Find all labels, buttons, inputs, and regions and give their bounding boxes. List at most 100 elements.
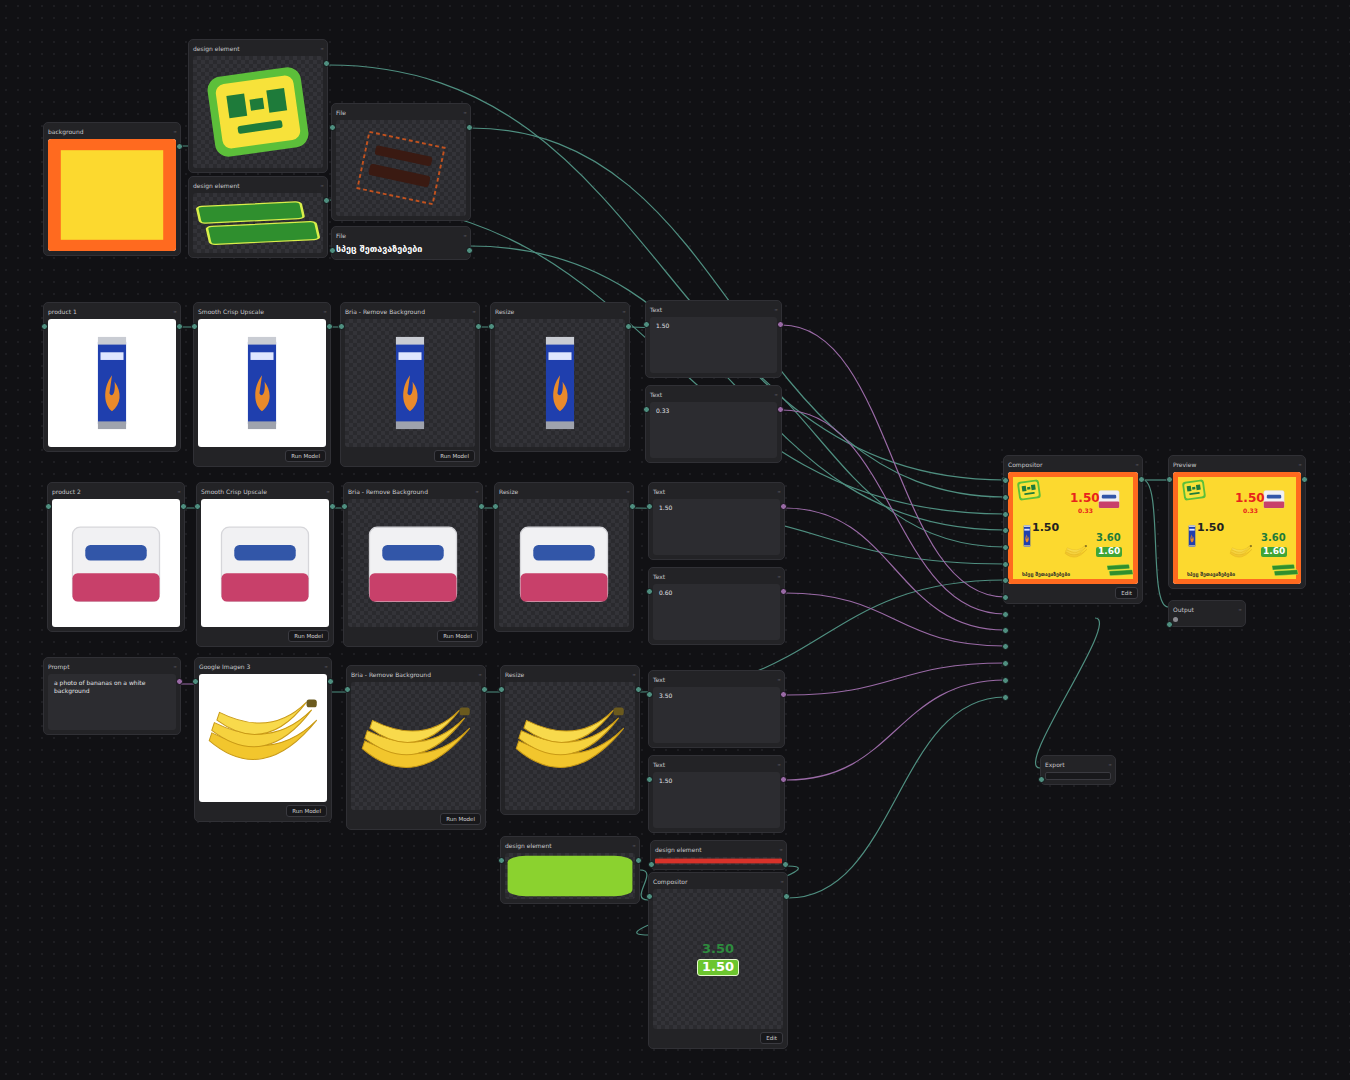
bria-remove-background-node[interactable]: Bria - Remove Background···Run Model	[340, 302, 480, 467]
text-node[interactable]: Text···1.50	[648, 482, 785, 560]
output-port[interactable]	[326, 323, 333, 330]
node-menu[interactable]: ···	[463, 232, 466, 239]
preview-node[interactable]: Preview···1.500.331.503.601.60სპეც შეთავ…	[1168, 455, 1306, 589]
input-port[interactable]	[648, 861, 655, 868]
compositor-input-port[interactable]	[1002, 611, 1009, 618]
run-button[interactable]: Run Model	[437, 630, 478, 642]
output-port[interactable]	[478, 503, 485, 510]
node-menu[interactable]: ···	[1238, 606, 1241, 613]
node-menu[interactable]: ···	[326, 488, 329, 495]
resize-node[interactable]: Resize···	[490, 302, 630, 452]
output-port[interactable]	[1301, 476, 1308, 483]
input-port[interactable]	[1038, 776, 1045, 783]
input-port[interactable]	[643, 406, 650, 413]
node-menu[interactable]: ···	[777, 573, 780, 580]
node-menu[interactable]: ···	[177, 488, 180, 495]
compositor-input-port[interactable]	[1002, 527, 1009, 534]
input-port[interactable]	[45, 503, 52, 510]
export-node[interactable]: Export···	[1040, 755, 1116, 785]
input-port[interactable]	[643, 321, 650, 328]
bria-remove-background-node[interactable]: Bria - Remove Background···Run Model	[346, 665, 486, 830]
input-port[interactable]	[1166, 476, 1173, 483]
input-port[interactable]	[498, 857, 505, 864]
compositor-input-port[interactable]	[1002, 561, 1009, 568]
run-button[interactable]: Edit	[760, 1032, 783, 1044]
input-port[interactable]	[329, 124, 336, 131]
smooth-crisp-upscale-node[interactable]: Smooth Crisp Upscale···Run Model	[193, 302, 331, 467]
output-port[interactable]	[780, 691, 787, 698]
file-node[interactable]: File···	[331, 103, 471, 221]
text-field[interactable]: 3.50	[653, 687, 780, 743]
text-node[interactable]: Text···0.60	[648, 567, 785, 645]
output-port[interactable]	[466, 247, 473, 254]
input-port[interactable]	[646, 691, 653, 698]
node-menu[interactable]: ···	[320, 45, 323, 52]
output-port[interactable]	[475, 323, 482, 330]
resize-node[interactable]: Resize···	[494, 482, 634, 632]
input-port[interactable]	[192, 678, 199, 685]
node-menu[interactable]: ···	[320, 182, 323, 189]
node-menu[interactable]: ···	[777, 488, 780, 495]
output-port[interactable]	[777, 321, 784, 328]
node-menu[interactable]: ···	[1108, 761, 1111, 768]
output-port[interactable]	[329, 503, 336, 510]
compositor-input-port[interactable]	[1002, 677, 1009, 684]
output-port[interactable]	[466, 124, 473, 131]
text-field[interactable]: 1.50	[650, 317, 777, 373]
compositor-input-port[interactable]	[1002, 643, 1009, 650]
input-port[interactable]	[191, 323, 198, 330]
prompt-node[interactable]: Prompt···a photo of bananas on a white b…	[43, 657, 181, 735]
output-port[interactable]	[780, 588, 787, 595]
compositor-input-port[interactable]	[1002, 511, 1009, 518]
run-button[interactable]: Edit	[1115, 587, 1138, 599]
output-port[interactable]	[777, 406, 784, 413]
text-field[interactable]: 0.33	[650, 402, 777, 458]
output-port[interactable]	[176, 678, 183, 685]
output-port[interactable]	[1138, 476, 1145, 483]
node-menu[interactable]: ···	[779, 846, 782, 853]
output-port[interactable]	[180, 503, 187, 510]
node-menu[interactable]: ···	[626, 488, 629, 495]
output-port[interactable]	[780, 776, 787, 783]
input-port[interactable]	[646, 588, 653, 595]
prompt-field[interactable]: a photo of bananas on a white background	[48, 674, 176, 730]
smooth-crisp-upscale-node[interactable]: Smooth Crisp Upscale···Run Model	[196, 482, 334, 647]
output-port[interactable]	[780, 503, 787, 510]
node-menu[interactable]: ···	[463, 109, 466, 116]
text-node[interactable]: Text···3.50	[648, 670, 785, 748]
output-port[interactable]	[783, 893, 790, 900]
output-node[interactable]: Output···	[1168, 600, 1246, 627]
compositor-input-port[interactable]	[1002, 694, 1009, 701]
input-port[interactable]	[488, 323, 495, 330]
text-node[interactable]: Text···0.33	[645, 385, 782, 463]
input-port[interactable]	[646, 503, 653, 510]
output-port[interactable]	[625, 323, 632, 330]
output-port[interactable]	[323, 197, 330, 204]
compositor-input-port[interactable]	[1002, 544, 1009, 551]
input-port[interactable]	[194, 503, 201, 510]
compositor-input-port[interactable]	[1002, 627, 1009, 634]
node-menu[interactable]: ···	[632, 671, 635, 678]
text-field[interactable]: 1.50	[653, 499, 780, 555]
compositor-node[interactable]: Compositor···1.500.331.503.601.60სპეც შე…	[1003, 455, 1143, 604]
node-menu[interactable]: ···	[478, 671, 481, 678]
output-port[interactable]	[176, 323, 183, 330]
node-menu[interactable]: ···	[777, 676, 780, 683]
node-menu[interactable]: ···	[323, 308, 326, 315]
output-port[interactable]	[635, 686, 642, 693]
design-element-node[interactable]: design element···	[188, 176, 328, 258]
export-field[interactable]	[1045, 772, 1111, 780]
output-port[interactable]	[481, 686, 488, 693]
run-button[interactable]: Run Model	[440, 813, 481, 825]
product-1-node[interactable]: product 1···	[43, 302, 181, 452]
input-port[interactable]	[646, 776, 653, 783]
input-port[interactable]	[341, 503, 348, 510]
file-node[interactable]: File···სპეც შეთავაზებები	[331, 226, 471, 260]
text-field[interactable]: 1.50	[653, 772, 780, 828]
node-menu[interactable]: ···	[774, 391, 777, 398]
background-node[interactable]: background···	[43, 122, 181, 256]
node-menu[interactable]: ···	[173, 128, 176, 135]
output-port[interactable]	[629, 503, 636, 510]
compositor-input-port[interactable]	[1002, 477, 1009, 484]
output-port[interactable]	[635, 857, 642, 864]
